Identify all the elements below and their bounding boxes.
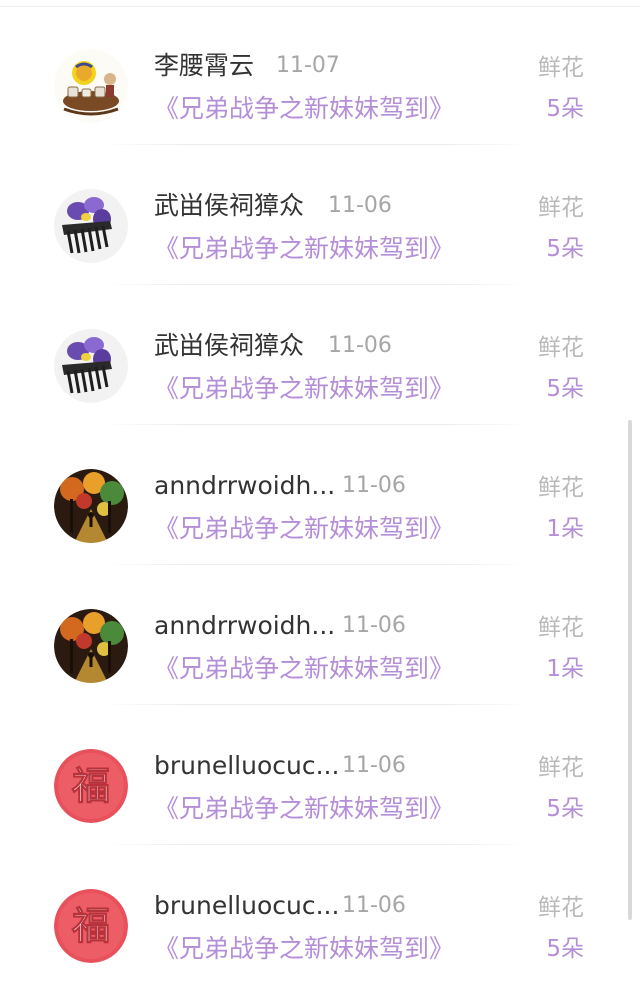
sender-name[interactable]: anndrrwoidh... [154,610,335,642]
drama-title-link[interactable]: 《兄弟战争之新妹妹驾到》 [154,93,454,125]
gift-date: 11-06 [328,333,392,358]
gift-count: 5朵 [546,936,584,962]
gift-type-label: 鲜花 [538,755,584,781]
fu-character: 福 [71,763,110,808]
sender-name[interactable]: anndrrwoidh... [154,470,335,502]
gift-record-row[interactable]: anndrrwoidh... 11-06 《兄弟战争之新妹妹驾到》 鲜花 1朵 [0,420,640,565]
gift-record-row[interactable]: 福 brunelluocuc... 11-06 《兄弟战争之新妹妹驾到》 鲜花 … [0,840,640,980]
gift-date: 11-06 [342,613,406,638]
gift-count: 5朵 [546,376,584,402]
gift-record-row[interactable]: 李腰霄云 11-07 《兄弟战争之新妹妹驾到》 鲜花 5朵 [0,0,640,145]
gift-count: 1朵 [546,656,584,682]
sender-name[interactable]: 李腰霄云 [154,50,254,82]
drama-title-link[interactable]: 《兄弟战争之新妹妹驾到》 [154,933,454,965]
tea-scene-avatar-icon[interactable] [54,49,128,123]
scrollbar[interactable] [628,420,632,920]
gift-type-label: 鲜花 [538,475,584,501]
gift-record-row[interactable]: 武畄侯祠獐众 11-06 《兄弟战争之新妹妹驾到》 鲜花 5朵 [0,280,640,425]
gift-date: 11-06 [342,473,406,498]
gift-type-label: 鲜花 [538,895,584,921]
gift-type-label: 鲜花 [538,55,584,81]
sender-name[interactable]: 武畄侯祠獐众 [154,190,304,222]
drama-title-link[interactable]: 《兄弟战争之新妹妹驾到》 [154,793,454,825]
gift-record-row[interactable]: 武畄侯祠獐众 11-06 《兄弟战争之新妹妹驾到》 鲜花 5朵 [0,140,640,285]
gift-date: 11-06 [342,893,406,918]
fu-character: 福 [71,903,110,948]
autumn-painting-avatar-icon[interactable] [54,609,128,683]
autumn-painting-avatar-icon[interactable] [54,469,128,543]
gift-record-list: 李腰霄云 11-07 《兄弟战争之新妹妹驾到》 鲜花 5朵 武畄侯祠獐众 11-… [0,0,640,987]
gift-count: 5朵 [546,96,584,122]
gift-record-row[interactable]: 福 brunelluocuc... 11-06 《兄弟战争之新妹妹驾到》 鲜花 … [0,700,640,845]
iris-flower-avatar-icon[interactable] [54,329,128,403]
drama-title-link[interactable]: 《兄弟战争之新妹妹驾到》 [154,373,454,405]
gift-date: 11-07 [276,53,340,78]
sender-name[interactable]: 武畄侯祠獐众 [154,330,304,362]
drama-title-link[interactable]: 《兄弟战争之新妹妹驾到》 [154,513,454,545]
gift-count: 5朵 [546,236,584,262]
gift-type-label: 鲜花 [538,195,584,221]
gift-date: 11-06 [342,753,406,778]
fu-character-avatar-icon[interactable]: 福 [54,889,128,963]
gift-type-label: 鲜花 [538,335,584,361]
drama-title-link[interactable]: 《兄弟战争之新妹妹驾到》 [154,233,454,265]
iris-flower-avatar-icon[interactable] [54,189,128,263]
sender-name[interactable]: brunelluocuc... [154,750,339,782]
gift-count: 5朵 [546,796,584,822]
sender-name[interactable]: brunelluocuc... [154,890,339,922]
gift-type-label: 鲜花 [538,615,584,641]
drama-title-link[interactable]: 《兄弟战争之新妹妹驾到》 [154,653,454,685]
gift-record-row[interactable]: anndrrwoidh... 11-06 《兄弟战争之新妹妹驾到》 鲜花 1朵 [0,560,640,705]
gift-date: 11-06 [328,193,392,218]
gift-count: 1朵 [546,516,584,542]
fu-character-avatar-icon[interactable]: 福 [54,749,128,823]
